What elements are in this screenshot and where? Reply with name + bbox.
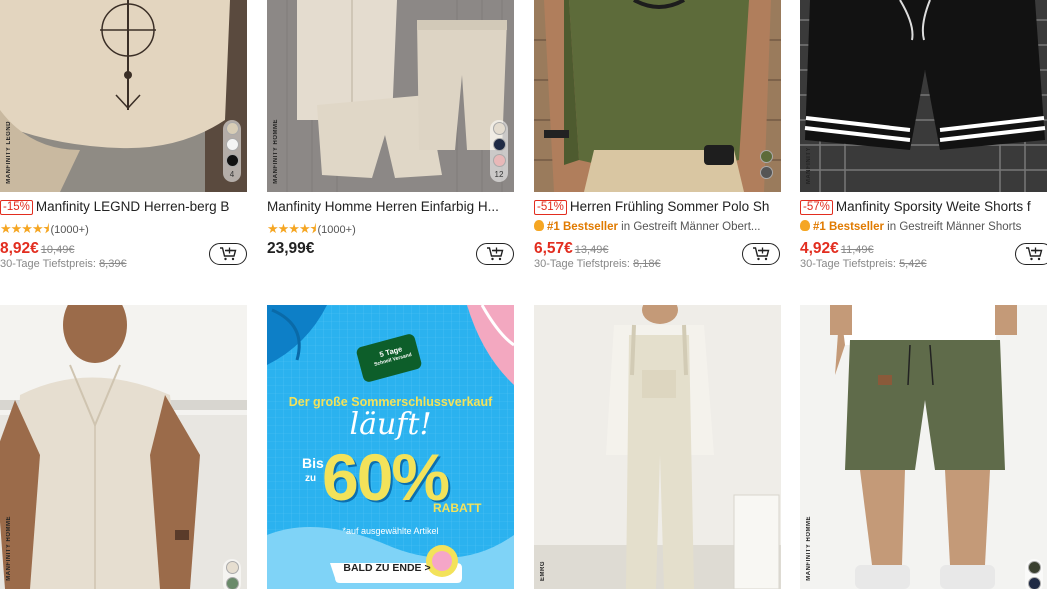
lowest-price: 30-Tage Tiefstpreis: 5,42€ — [800, 258, 927, 270]
color-swatches[interactable]: 4 — [223, 120, 241, 182]
promo-bis: Bis — [302, 455, 324, 471]
bestseller-row[interactable]: #1 Bestseller in Gestreift Männer Shorts — [800, 220, 1047, 233]
rating-stars-icon: ★★★★⯨ — [0, 221, 50, 236]
color-swatches[interactable] — [223, 559, 241, 589]
promo-rabatt: RABATT — [433, 501, 482, 515]
promo-note: *auf ausgewählte Artikel — [342, 526, 439, 536]
product-image-7[interactable]: EMRG — [534, 305, 781, 589]
cart-add-icon — [753, 247, 770, 261]
bestseller-row[interactable]: #1 Bestseller in Gestreift Männer Obert.… — [534, 220, 781, 233]
add-to-cart-button[interactable] — [476, 243, 514, 265]
promo-zu: zu — [305, 473, 317, 484]
product-title-row[interactable]: -15% Manfinity LEGND Herren-berg B — [0, 199, 247, 215]
price: 8,92€ — [0, 240, 39, 257]
product-title[interactable]: Herren Frühling Sommer Polo Sh — [570, 199, 770, 214]
brand-label: MANFINITY — [806, 146, 812, 184]
lowest-price-value: 8,39€ — [99, 258, 127, 270]
discount-badge: -57% — [800, 200, 833, 215]
price: 6,57€ — [534, 240, 573, 257]
product-info-2: Manfinity Homme Herren Einfarbig H... ★★… — [267, 192, 514, 272]
swatch[interactable] — [492, 138, 506, 151]
bestseller-label: #1 Bestseller — [813, 221, 884, 233]
swatch[interactable] — [1027, 561, 1041, 574]
price-row: 4,92€ 11,49€ — [800, 240, 874, 258]
color-swatches[interactable] — [1025, 559, 1043, 589]
product-image-8[interactable]: MANFINITY HOMME — [800, 305, 1047, 589]
color-swatches[interactable]: 12 — [490, 120, 508, 182]
lowest-price-value: 8,18€ — [633, 258, 661, 270]
old-price: 13,49€ — [574, 244, 609, 256]
medal-icon — [534, 220, 544, 231]
medal-icon — [800, 220, 810, 231]
product-title[interactable]: Manfinity LEGND Herren-berg B — [36, 199, 230, 214]
add-to-cart-button[interactable] — [742, 243, 780, 265]
price-row: 8,92€ 10,49€ — [0, 240, 74, 258]
product-title-row[interactable]: Manfinity Homme Herren Einfarbig H... — [267, 199, 514, 215]
product-image-4[interactable]: MANFINITY — [800, 0, 1047, 192]
rating-count: (1000+) — [317, 224, 356, 236]
swatch[interactable] — [225, 577, 239, 589]
product-info-4: -57% Manfinity Sporsity Weite Shorts f #1… — [800, 192, 1047, 272]
bestseller-category: in Gestreift Männer Shorts — [887, 221, 1022, 233]
promo-banner[interactable]: 5 Tage Schnell Versand Der große Sommers… — [267, 305, 514, 589]
add-to-cart-button[interactable] — [209, 243, 247, 265]
product-image-1[interactable]: MANFINITY LEGND 4 — [0, 0, 247, 192]
promo-script: läuft! — [349, 407, 432, 442]
price-row: 23,99€ — [267, 240, 314, 258]
product-title-row[interactable]: -57% Manfinity Sporsity Weite Shorts f — [800, 199, 1047, 215]
bestseller-category: in Gestreift Männer Obert... — [621, 221, 761, 233]
rating: ★★★★⯨ (1000+) — [267, 220, 356, 242]
brand-label: MANFINITY HOMME — [6, 516, 12, 581]
product-title[interactable]: Manfinity Sporsity Weite Shorts f — [836, 199, 1031, 214]
swatch-count: 12 — [494, 170, 504, 179]
product-info-3: -51% Herren Frühling Sommer Polo Sh #1 Be… — [534, 192, 781, 272]
swatch[interactable] — [225, 122, 239, 135]
lowest-price: 30-Tage Tiefstpreis: 8,39€ — [0, 258, 127, 270]
brand-label: MANFINITY HOMME — [273, 119, 279, 184]
old-price: 11,49€ — [840, 244, 874, 256]
promo-percent: 60% — [322, 440, 450, 514]
product-title-row[interactable]: -51% Herren Frühling Sommer Polo Sh — [534, 199, 781, 215]
promo-cta-button[interactable]: BALD ZU ENDE > — [337, 562, 437, 574]
swatch[interactable] — [759, 150, 773, 163]
discount-badge: -15% — [0, 200, 33, 215]
product-image-2[interactable]: MANFINITY HOMME 12 — [267, 0, 514, 192]
color-swatches[interactable] — [757, 148, 775, 182]
bestseller-label: #1 Bestseller — [547, 221, 618, 233]
lowest-price-label: 30-Tage Tiefstpreis: — [0, 258, 96, 270]
brand-label: MANFINITY HOMME — [806, 516, 812, 581]
brand-label: MANFINITY LEGND — [6, 121, 12, 184]
rating: ★★★★⯨ (1000+) — [0, 220, 89, 242]
lowest-price-label: 30-Tage Tiefstpreis: — [800, 258, 896, 270]
swatch[interactable] — [759, 166, 773, 179]
product-image-3[interactable] — [534, 0, 781, 192]
rating-count: (1000+) — [50, 224, 89, 236]
rating-stars-icon: ★★★★⯨ — [267, 221, 317, 236]
swatch[interactable] — [492, 154, 506, 167]
add-to-cart-button[interactable] — [1015, 243, 1047, 265]
lowest-price-label: 30-Tage Tiefstpreis: — [534, 258, 630, 270]
swatch[interactable] — [225, 561, 239, 574]
lowest-price: 30-Tage Tiefstpreis: 8,18€ — [534, 258, 661, 270]
old-price: 10,49€ — [40, 244, 75, 256]
price: 4,92€ — [800, 240, 839, 257]
swatch[interactable] — [492, 122, 506, 135]
product-image-5[interactable]: MANFINITY HOMME — [0, 305, 247, 589]
cart-add-icon — [220, 247, 237, 261]
discount-badge: -51% — [534, 200, 567, 215]
cart-add-icon — [487, 247, 504, 261]
price: 23,99€ — [267, 240, 315, 257]
product-info-1: -15% Manfinity LEGND Herren-berg B ★★★★⯨(… — [0, 192, 247, 272]
lowest-price-value: 5,42€ — [899, 258, 927, 270]
price-row: 6,57€ 13,49€ — [534, 240, 608, 258]
product-title[interactable]: Manfinity Homme Herren Einfarbig H... — [267, 199, 499, 214]
swatch-count: 4 — [229, 170, 235, 179]
swatch[interactable] — [225, 138, 239, 151]
swatch[interactable] — [1027, 577, 1041, 589]
cart-add-icon — [1026, 247, 1043, 261]
brand-label: EMRG — [540, 561, 546, 581]
swatch[interactable] — [225, 154, 239, 167]
